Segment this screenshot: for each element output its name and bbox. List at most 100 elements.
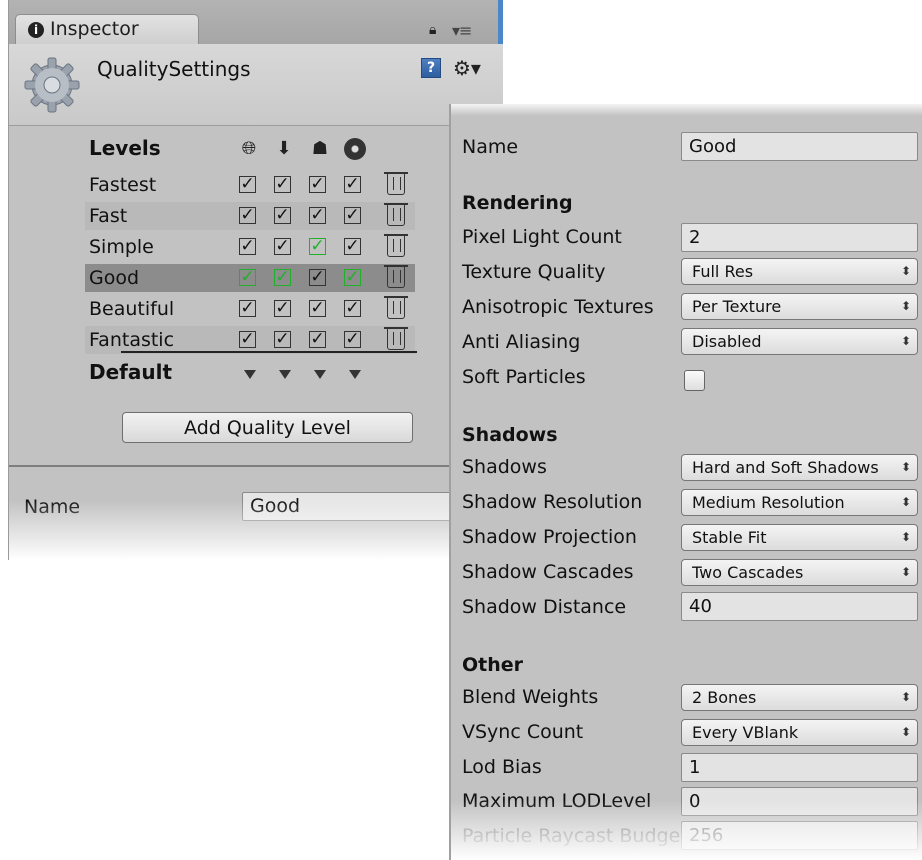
lock-icon[interactable]: 🔒︎ (429, 22, 436, 38)
trash-icon[interactable] (384, 296, 408, 319)
shadow-resolution-dropdown[interactable]: Medium Resolution ⬍ (681, 489, 918, 516)
level-name: Good (89, 267, 140, 289)
updown-arrow-icon: ⬍ (900, 565, 911, 579)
android-icon: ☗ (311, 138, 329, 159)
level-name: Simple (89, 236, 154, 258)
default-dropdown-download[interactable] (279, 370, 291, 379)
platform-checkbox[interactable]: ✓ (274, 269, 291, 286)
lod-bias-label: Lod Bias (462, 756, 542, 778)
level-name: Fantastic (89, 329, 175, 351)
vsync-count-dropdown[interactable]: Every VBlank ⬍ (681, 719, 918, 746)
platform-checkbox[interactable]: ✓ (309, 300, 326, 317)
trash-icon[interactable] (384, 265, 408, 288)
platform-checkbox[interactable]: ✓ (344, 269, 361, 286)
shadow-projection-dropdown[interactable]: Stable Fit ⬍ (681, 524, 918, 551)
disc-icon (344, 138, 366, 160)
platform-checkbox[interactable]: ✓ (239, 300, 256, 317)
help-icon[interactable]: ? (421, 58, 441, 78)
platform-checkbox[interactable]: ✓ (274, 238, 291, 255)
platform-checkbox[interactable]: ✓ (344, 176, 361, 193)
shadow-resolution-value: Medium Resolution (692, 493, 845, 512)
shadow-projection-label: Shadow Projection (462, 526, 637, 548)
platform-checkbox[interactable]: ✓ (344, 238, 361, 255)
level-row-fast[interactable]: Fast ✓ ✓ ✓ ✓ (85, 202, 415, 230)
info-icon: i (28, 22, 44, 38)
blend-weights-label: Blend Weights (462, 686, 599, 708)
shadows-dropdown[interactable]: Hard and Soft Shadows ⬍ (681, 454, 918, 481)
platform-checkbox[interactable]: ✓ (239, 207, 256, 224)
level-row-beautiful[interactable]: Beautiful ✓ ✓ ✓ ✓ (85, 295, 415, 323)
platform-checkbox[interactable]: ✓ (344, 300, 361, 317)
pixel-light-count-field[interactable]: 2 (681, 223, 918, 252)
platform-checkbox[interactable]: ✓ (274, 331, 291, 348)
platform-checkbox[interactable]: ✓ (239, 269, 256, 286)
updown-arrow-icon: ⬍ (900, 690, 911, 704)
level-name: Fast (89, 205, 128, 227)
trash-icon[interactable] (384, 203, 408, 226)
platform-checkbox[interactable]: ✓ (239, 331, 256, 348)
other-heading: Other (462, 654, 524, 676)
name-field[interactable]: Good (242, 492, 472, 521)
platform-checkbox[interactable]: ✓ (309, 331, 326, 348)
texture-quality-value: Full Res (692, 262, 754, 281)
level-name: Beautiful (89, 298, 175, 320)
platform-checkbox[interactable]: ✓ (309, 176, 326, 193)
lod-bias-field[interactable]: 1 (681, 753, 918, 782)
name-label: Name (462, 136, 519, 158)
anti-aliasing-label: Anti Aliasing (462, 331, 581, 353)
levels-heading: Levels (89, 136, 161, 160)
platform-checkbox[interactable]: ✓ (309, 207, 326, 224)
shadow-resolution-label: Shadow Resolution (462, 491, 643, 513)
anti-aliasing-dropdown[interactable]: Disabled ⬍ (681, 328, 918, 355)
platform-checkbox[interactable]: ✓ (274, 176, 291, 193)
maximum-lod-level-field[interactable]: 0 (681, 787, 918, 816)
updown-arrow-icon: ⬍ (900, 495, 911, 509)
default-label: Default (89, 360, 173, 384)
default-dropdown-android[interactable] (314, 370, 326, 379)
blend-weights-dropdown[interactable]: 2 Bones ⬍ (681, 684, 918, 711)
platform-checkbox[interactable]: ✓ (239, 238, 256, 255)
inspector-panel: iInspector 🔒︎ ▾≡ QualitySettings ? ⚙▾ L (8, 0, 503, 560)
trash-icon[interactable] (384, 234, 408, 257)
updown-arrow-icon: ⬍ (900, 725, 911, 739)
maximum-lod-level-label: Maximum LODLevel (462, 790, 652, 812)
tab-label: Inspector (50, 18, 139, 40)
soft-particles-label: Soft Particles (462, 366, 586, 388)
vsync-count-label: VSync Count (462, 721, 584, 743)
name-field[interactable]: Good (681, 132, 918, 161)
default-dropdown-disc[interactable] (349, 370, 361, 379)
cog-menu-icon[interactable]: ⚙▾ (453, 56, 481, 80)
anisotropic-textures-dropdown[interactable]: Per Texture ⬍ (681, 293, 918, 320)
platform-checkbox[interactable]: ✓ (309, 238, 326, 255)
texture-quality-dropdown[interactable]: Full Res ⬍ (681, 258, 918, 285)
globe-icon: 🌐︎ (241, 138, 257, 159)
platform-checkbox[interactable]: ✓ (274, 300, 291, 317)
shadow-cascades-dropdown[interactable]: Two Cascades ⬍ (681, 559, 918, 586)
pixel-light-count-label: Pixel Light Count (462, 226, 622, 248)
level-row-fantastic[interactable]: Fantastic ✓ ✓ ✓ ✓ (85, 326, 415, 354)
tab-menu-icon[interactable]: ▾≡ (452, 21, 472, 40)
soft-particles-checkbox[interactable] (684, 370, 705, 391)
platform-checkbox[interactable]: ✓ (274, 207, 291, 224)
download-icon: ⬇ (276, 138, 292, 159)
default-dropdown-web[interactable] (244, 370, 256, 379)
level-name: Fastest (89, 174, 157, 196)
shadow-distance-label: Shadow Distance (462, 596, 627, 618)
level-row-fastest[interactable]: Fastest ✓ ✓ ✓ ✓ (85, 171, 415, 199)
platform-checkbox[interactable]: ✓ (344, 331, 361, 348)
shadow-cascades-value: Two Cascades (692, 563, 804, 582)
level-row-good[interactable]: Good ✓ ✓ ✓ ✓ (85, 264, 415, 292)
particle-raycast-budget-field[interactable]: 256 (681, 821, 918, 850)
shadow-distance-field[interactable]: 40 (681, 592, 918, 621)
add-quality-level-button[interactable]: Add Quality Level (122, 412, 413, 443)
anisotropic-textures-label: Anisotropic Textures (462, 296, 654, 318)
anisotropic-textures-value: Per Texture (692, 297, 782, 316)
tab-inspector[interactable]: i Inspector (15, 14, 199, 44)
platform-checkbox[interactable]: ✓ (344, 207, 361, 224)
trash-icon[interactable] (384, 327, 408, 350)
platform-checkbox[interactable]: ✓ (239, 176, 256, 193)
platform-checkbox[interactable]: ✓ (309, 269, 326, 286)
trash-icon[interactable] (384, 172, 408, 195)
level-row-simple[interactable]: Simple ✓ ✓ ✓ ✓ (85, 233, 415, 261)
updown-arrow-icon: ⬍ (900, 460, 911, 474)
